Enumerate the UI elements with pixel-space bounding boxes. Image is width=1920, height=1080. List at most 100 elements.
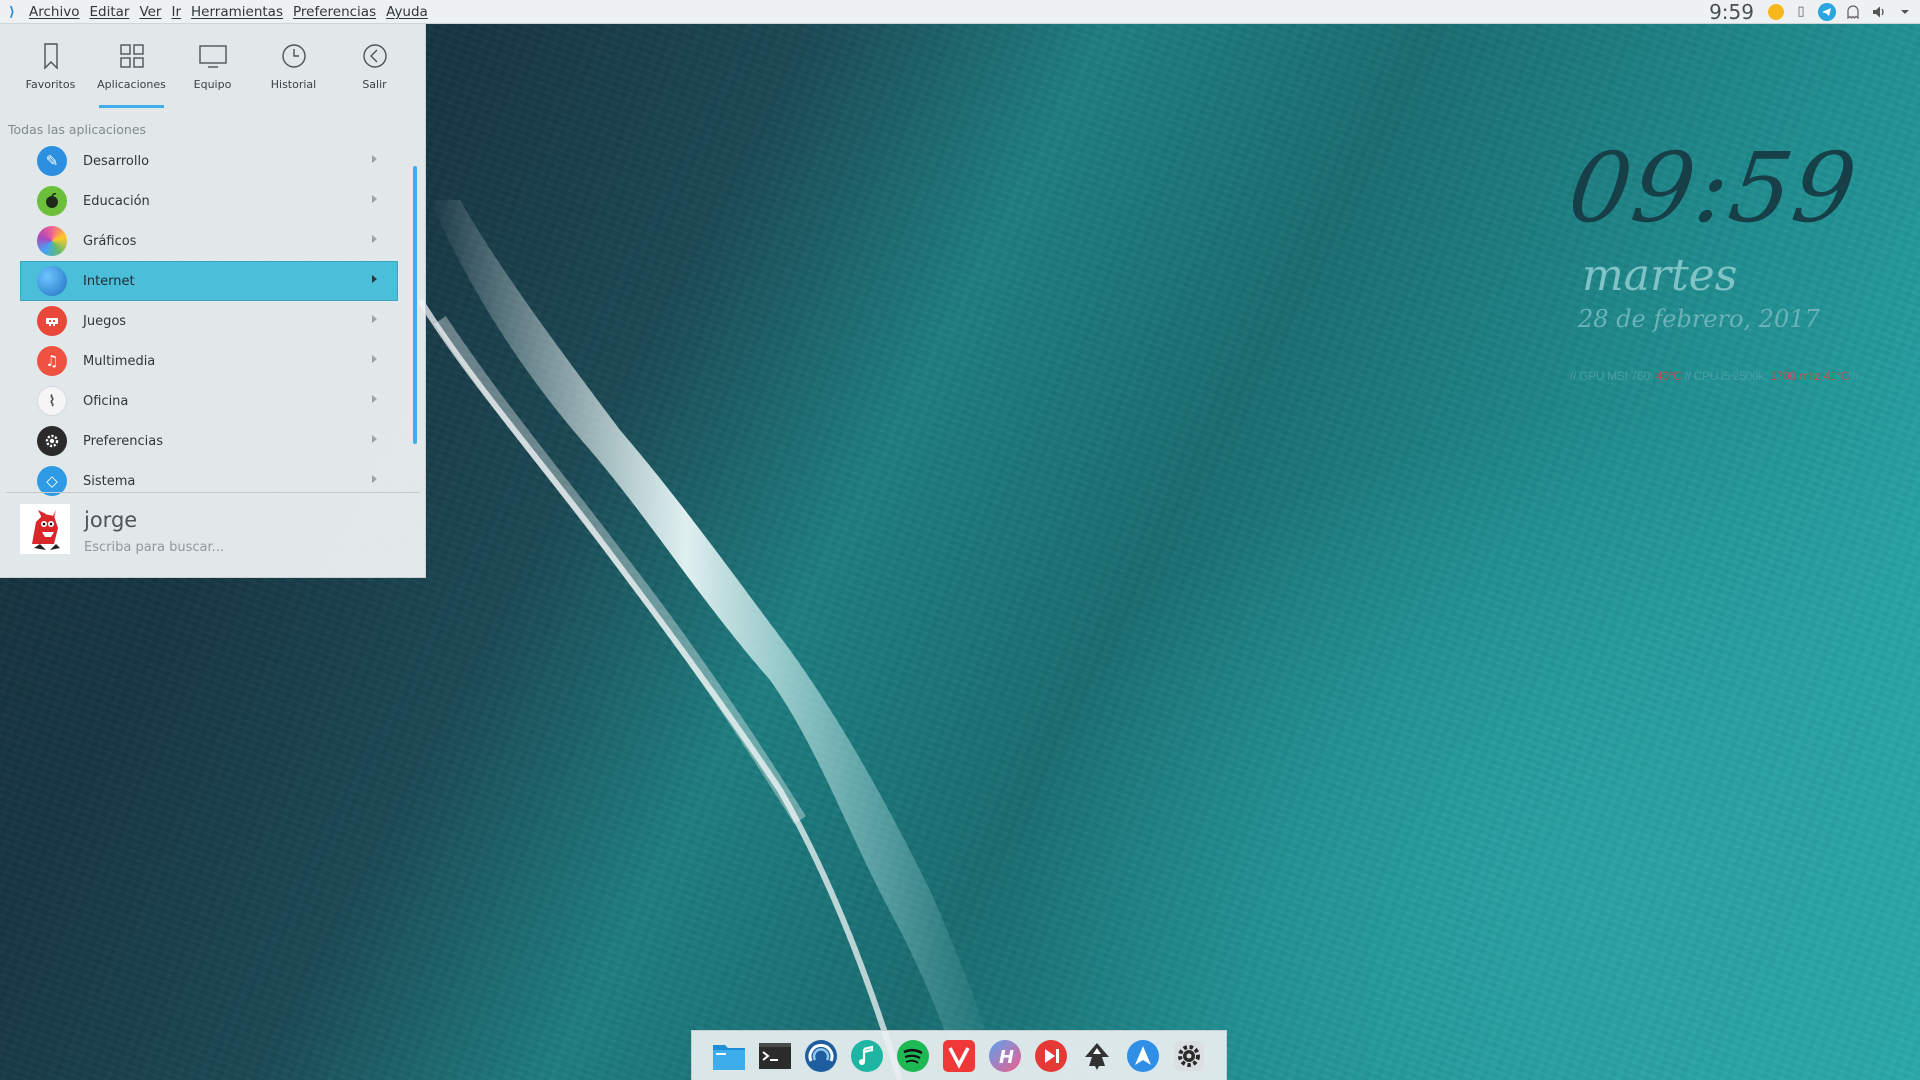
- chevron-right-icon: [372, 235, 377, 243]
- divider: [6, 492, 420, 493]
- category-label: Preferencias: [83, 433, 164, 449]
- volume-icon[interactable]: [1870, 3, 1888, 21]
- svg-text:H: H: [999, 1047, 1014, 1068]
- games-icon: [37, 306, 67, 336]
- gpu-temp: 40°C: [1655, 369, 1682, 383]
- app-launcher-icon[interactable]: ⟩: [0, 0, 24, 24]
- category-juegos[interactable]: Juegos: [20, 301, 398, 341]
- files-icon[interactable]: [711, 1038, 747, 1074]
- tab-historial-label: Historial: [270, 78, 317, 91]
- application-launcher-menu: Favoritos Aplicaciones Equipo Historial …: [0, 24, 426, 578]
- chevron-right-icon: [372, 275, 377, 283]
- chevron-right-icon: [372, 315, 377, 323]
- category-label: Desarrollo: [83, 153, 150, 169]
- menu-ver[interactable]: Ver: [134, 4, 166, 20]
- menu-preferencias[interactable]: Preferencias: [288, 4, 381, 20]
- spotify-icon[interactable]: [895, 1038, 931, 1074]
- tray-expand-icon[interactable]: [1896, 3, 1914, 21]
- monitor-icon: [198, 45, 227, 68]
- section-title: Todas las aplicaciones: [8, 122, 147, 137]
- development-icon: ✎: [37, 146, 67, 176]
- widget-weekday: martes: [1582, 250, 1738, 301]
- category-educacion[interactable]: Educación: [20, 181, 398, 221]
- vivaldi-icon[interactable]: [941, 1038, 977, 1074]
- widget-system-monitor: // GPU MSI 760: 40°C // CPU i5 2500k: 17…: [1570, 369, 1910, 383]
- settings-gear-icon[interactable]: [1171, 1038, 1207, 1074]
- category-oficina[interactable]: ⌇ Oficina: [20, 381, 398, 421]
- category-graficos[interactable]: Gráficos: [20, 221, 398, 261]
- office-icon: ⌇: [37, 386, 67, 416]
- menu-archivo[interactable]: Archivo: [24, 4, 84, 20]
- category-multimedia[interactable]: ♫ Multimedia: [20, 341, 398, 381]
- tab-aplicaciones-label: Aplicaciones: [97, 78, 166, 91]
- category-list: ✎ Desarrollo Educación Gráficos Internet…: [20, 141, 398, 501]
- category-internet[interactable]: Internet: [20, 261, 398, 301]
- preferences-icon: [37, 426, 67, 456]
- clock-icon: [281, 44, 306, 68]
- category-label: Educación: [83, 193, 150, 209]
- menu-editar[interactable]: Editar: [84, 4, 134, 20]
- weather-sun-icon[interactable]: [1768, 3, 1784, 20]
- desktop-clock-widget: 09:59 martes 28 de febrero, 2017 // GPU …: [1562, 132, 1910, 383]
- tab-equipo[interactable]: Equipo: [172, 24, 253, 108]
- tray-clock[interactable]: 9:59: [1709, 0, 1754, 24]
- category-label: Oficina: [83, 393, 129, 409]
- internet-globe-icon: [37, 266, 67, 296]
- category-label: Multimedia: [83, 353, 156, 369]
- tab-aplicaciones[interactable]: Aplicaciones: [91, 24, 172, 108]
- widget-date: 28 de febrero, 2017: [1578, 305, 1820, 333]
- tab-favoritos-label: Favoritos: [25, 78, 76, 91]
- chevron-right-icon: [372, 435, 377, 443]
- browser-icon[interactable]: [803, 1038, 839, 1074]
- bookmark-icon: [43, 43, 58, 70]
- back-icon: [362, 44, 387, 68]
- chevron-right-icon: [372, 355, 377, 363]
- sys-mid: // CPU i5 2500k:: [1681, 369, 1771, 383]
- launcher-tabs: Favoritos Aplicaciones Equipo Historial …: [0, 24, 425, 108]
- tab-salir[interactable]: Salir: [334, 24, 415, 108]
- battery-icon[interactable]: ▯: [1792, 3, 1810, 21]
- terminal-icon[interactable]: [757, 1038, 793, 1074]
- sys-prefix: // GPU MSI 760:: [1570, 369, 1656, 383]
- user-section: jorge Escriba para buscar...: [20, 504, 224, 555]
- chevron-right-icon: [372, 475, 377, 483]
- inkscape-icon[interactable]: [1079, 1038, 1115, 1074]
- grid-icon: [119, 44, 144, 68]
- cpu-info: 1700 mhz 41°C: [1770, 369, 1850, 383]
- menu-ayuda[interactable]: Ayuda: [381, 4, 433, 20]
- category-preferencias[interactable]: Preferencias: [20, 421, 398, 461]
- top-menubar: ⟩ Archivo Editar Ver Ir Herramientas Pre…: [0, 0, 1920, 24]
- media-skip-icon[interactable]: [1033, 1038, 1069, 1074]
- sys-suffix: //: [1849, 369, 1859, 383]
- category-label: Internet: [83, 273, 135, 289]
- music-player-icon[interactable]: [849, 1038, 885, 1074]
- education-icon: [37, 186, 67, 216]
- menu-herramientas[interactable]: Herramientas: [186, 4, 288, 20]
- system-tray: 9:59 ▯: [1709, 0, 1920, 24]
- search-input[interactable]: Escriba para buscar...: [84, 540, 224, 555]
- category-label: Juegos: [83, 313, 127, 329]
- tab-favoritos[interactable]: Favoritos: [10, 24, 91, 108]
- ghost-icon[interactable]: [1844, 3, 1862, 21]
- category-scrollbar[interactable]: [413, 166, 417, 444]
- multimedia-icon: ♫: [37, 346, 67, 376]
- chevron-right-icon: [372, 395, 377, 403]
- telegram-icon[interactable]: [1818, 2, 1836, 21]
- chevron-right-icon: [372, 195, 377, 203]
- navigation-icon[interactable]: [1125, 1038, 1161, 1074]
- menu-ir[interactable]: Ir: [166, 4, 186, 20]
- tab-equipo-label: Equipo: [193, 78, 232, 91]
- widget-time: 09:59: [1562, 132, 1865, 244]
- hexchat-icon[interactable]: H: [987, 1038, 1023, 1074]
- user-name: jorge: [84, 508, 138, 532]
- avatar[interactable]: [20, 504, 70, 554]
- category-sistema[interactable]: ◇ Sistema: [20, 461, 398, 501]
- category-label: Gráficos: [83, 233, 137, 249]
- category-label: Sistema: [83, 473, 136, 489]
- graphics-icon: [37, 226, 67, 256]
- chevron-right-icon: [372, 155, 377, 163]
- dock: H: [691, 1030, 1227, 1080]
- category-desarrollo[interactable]: ✎ Desarrollo: [20, 141, 398, 181]
- tab-salir-label: Salir: [362, 78, 387, 91]
- tab-historial[interactable]: Historial: [253, 24, 334, 108]
